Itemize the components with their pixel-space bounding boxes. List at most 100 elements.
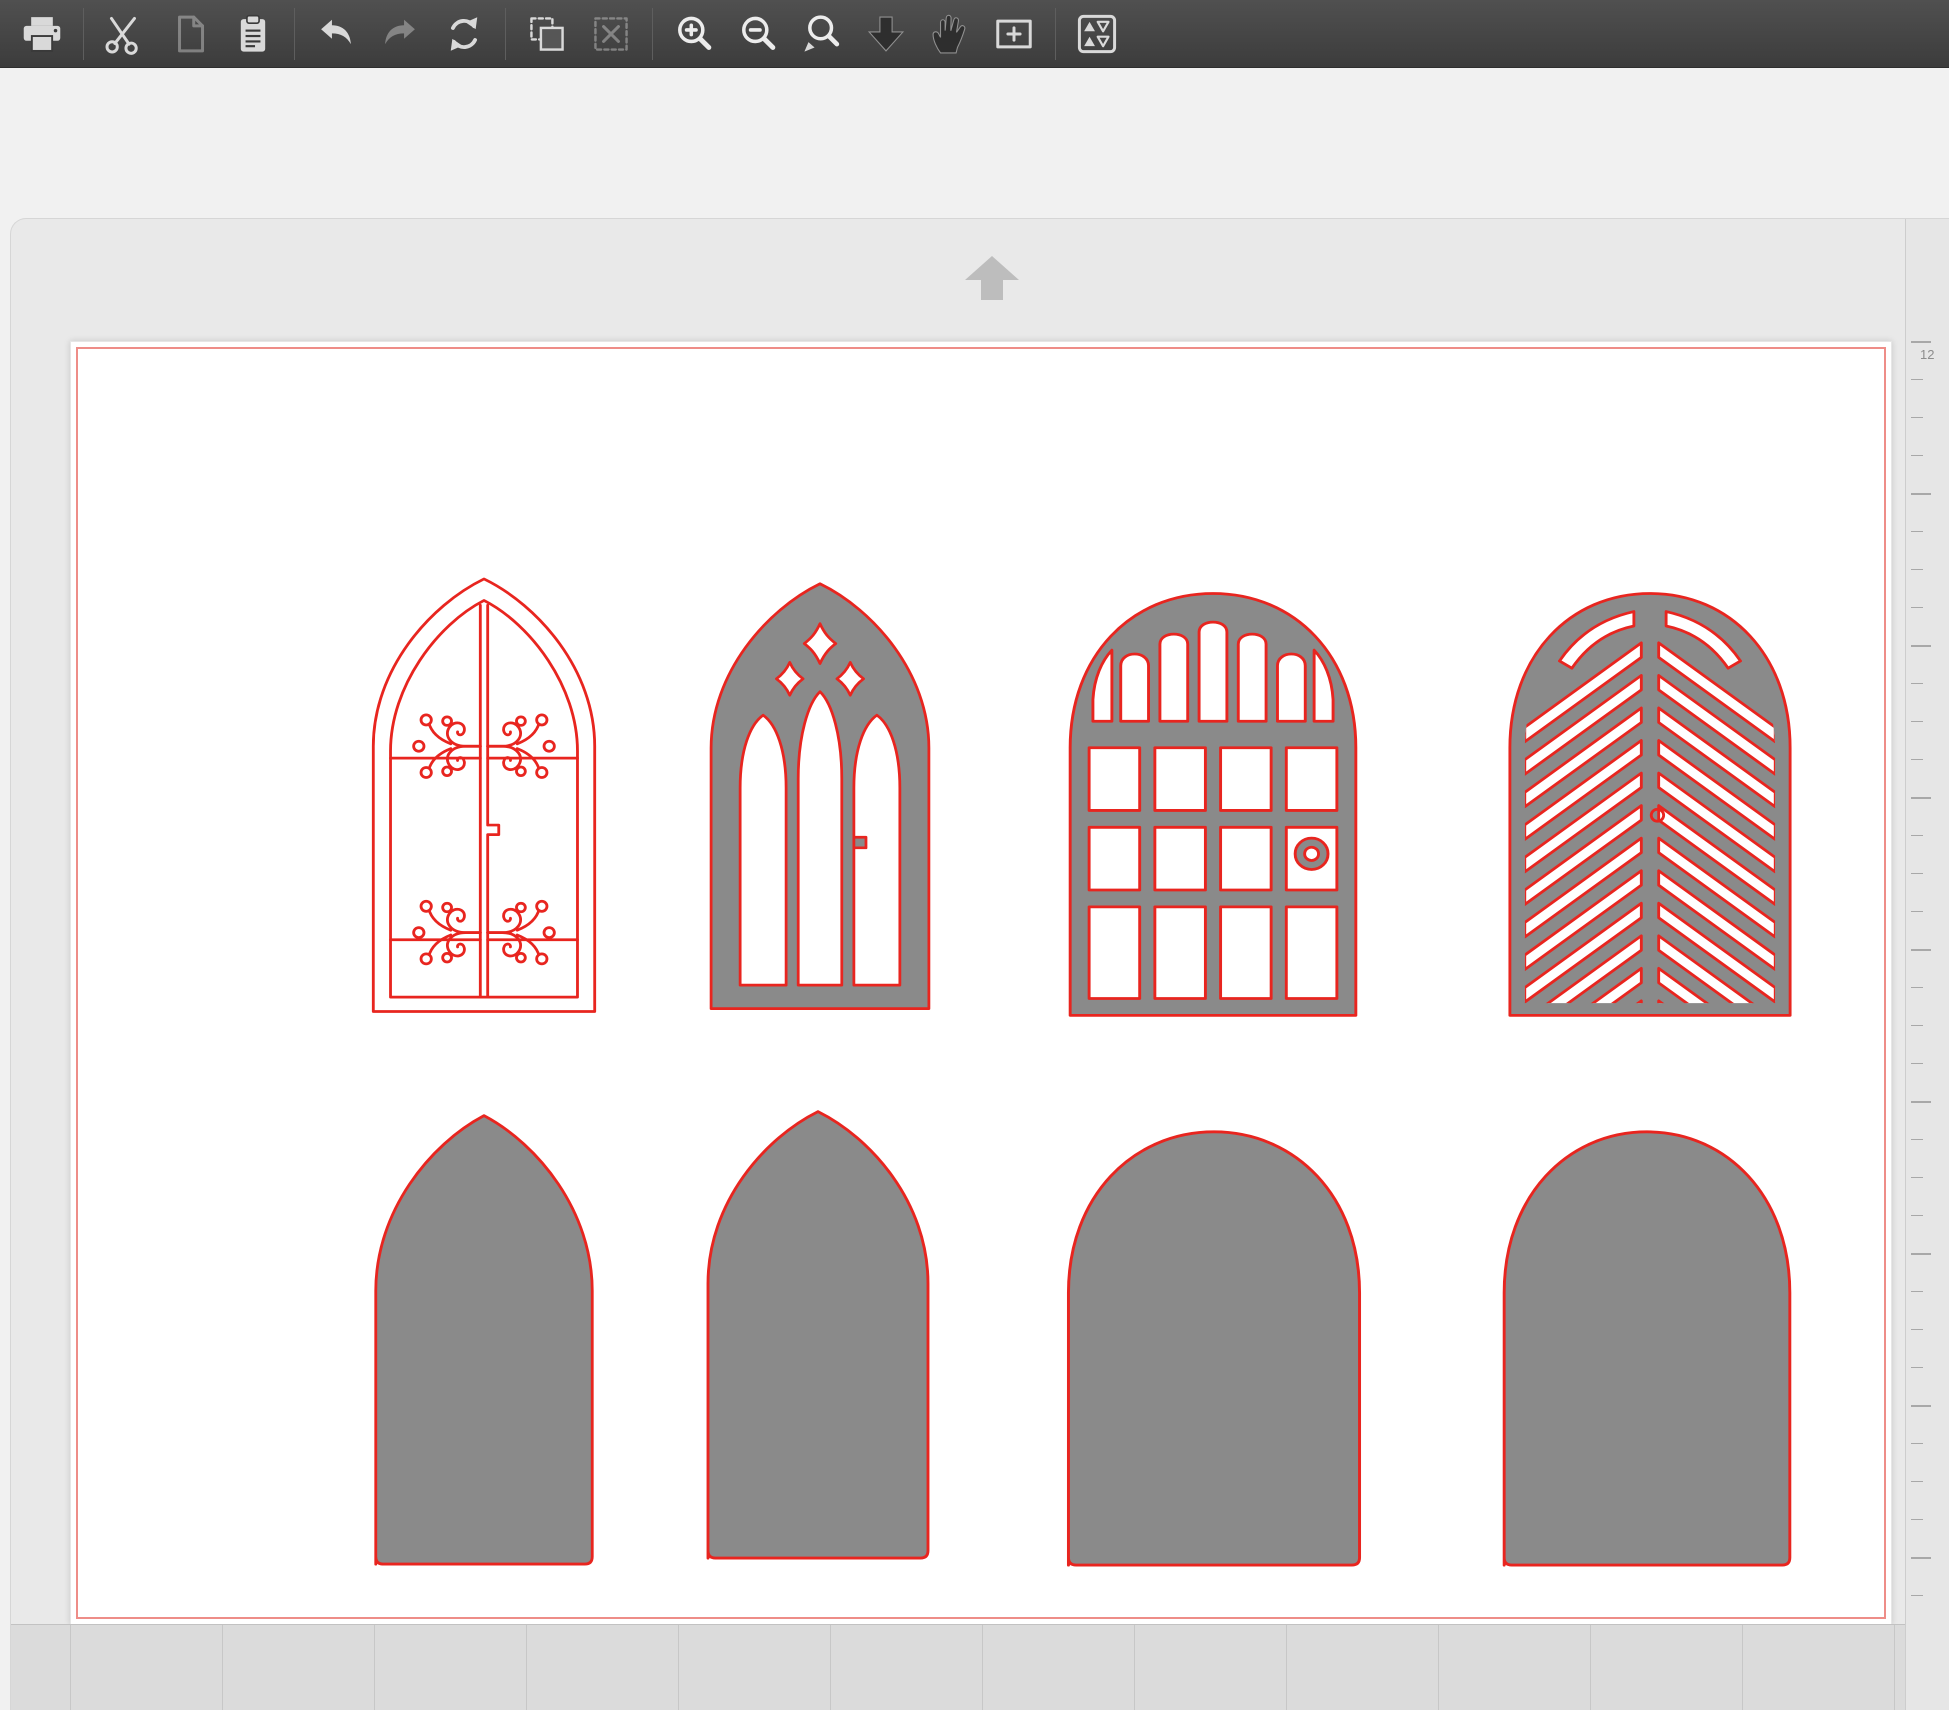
clear-selection-button[interactable] xyxy=(579,4,643,64)
round-arch-solid-graphic xyxy=(1066,1130,1362,1567)
ruler-tick xyxy=(1911,911,1923,912)
ruler-label: 12 xyxy=(1920,347,1935,362)
grid-line xyxy=(1286,1625,1287,1710)
move-down-button[interactable] xyxy=(854,4,918,64)
ruler-tick xyxy=(1911,1291,1923,1292)
ruler-tick xyxy=(1911,1443,1923,1444)
toolbar-divider xyxy=(294,7,295,60)
print-button[interactable] xyxy=(10,4,74,64)
gothic-arch-solid-graphic xyxy=(374,1114,594,1566)
grid-line xyxy=(1438,1625,1439,1710)
copy-button[interactable] xyxy=(157,4,221,64)
pan-button[interactable] xyxy=(918,4,982,64)
undo-arrow-icon xyxy=(321,19,351,44)
ruler-tick xyxy=(1911,949,1931,951)
zoom-out-button[interactable] xyxy=(726,4,790,64)
ruler-tick xyxy=(1911,987,1923,988)
ruler-tick xyxy=(1911,1595,1923,1596)
copy-page-icon xyxy=(178,15,205,52)
ruler-tick xyxy=(1911,1253,1931,1255)
paste-button[interactable] xyxy=(221,4,285,64)
canvas-shape-round-arch-solid-2[interactable] xyxy=(1489,1117,1805,1575)
grid-line xyxy=(678,1625,679,1710)
ruler-tick xyxy=(1911,455,1923,456)
undo-button[interactable] xyxy=(304,4,368,64)
redo-button[interactable] xyxy=(368,4,432,64)
toolbar-divider xyxy=(652,7,653,60)
ruler-tick xyxy=(1911,797,1931,799)
toolbar-divider xyxy=(83,7,84,60)
canvas-shape-gothic-door-ornate[interactable] xyxy=(361,567,607,1021)
main-toolbar xyxy=(0,0,1949,68)
ruler-tick xyxy=(1911,1329,1923,1330)
ruler-tick xyxy=(1911,1367,1923,1368)
ruler-tick xyxy=(1911,1063,1923,1064)
redo-arrow-icon xyxy=(385,19,415,44)
gothic-arch-solid-graphic xyxy=(706,1110,930,1560)
round-arch-solid-graphic xyxy=(1502,1130,1792,1567)
rotate-arrows-icon xyxy=(450,16,478,51)
magnifier-plus-icon xyxy=(678,16,712,50)
ruler-tick xyxy=(1911,341,1931,343)
zoom-selection-button[interactable] xyxy=(790,4,854,64)
ruler-tick xyxy=(1911,835,1923,836)
shape-tools-button[interactable] xyxy=(1065,4,1129,64)
grid-line xyxy=(1134,1625,1135,1710)
up-arrow-icon xyxy=(965,256,1019,300)
canvas-shape-round-arch-solid-1[interactable] xyxy=(1053,1117,1375,1575)
toolbar-divider xyxy=(505,7,506,60)
gothic-door-ornate-graphic xyxy=(371,577,597,1013)
arched-door-chevron-graphic xyxy=(1508,592,1792,1017)
rotate-button[interactable] xyxy=(432,4,496,64)
mat-page[interactable] xyxy=(70,341,1892,1625)
ruler-tick xyxy=(1911,759,1923,760)
ruler-tick xyxy=(1911,607,1923,608)
ruler-tick xyxy=(1911,569,1923,570)
ruler-tick xyxy=(1911,1025,1923,1026)
dashed-box-x-icon xyxy=(594,16,628,51)
ruler-tick xyxy=(1911,1215,1923,1216)
hand-icon xyxy=(932,14,966,53)
ruler-tick xyxy=(1911,1139,1923,1140)
grid-line xyxy=(70,1625,71,1710)
toolbar-divider xyxy=(1055,7,1056,60)
cut-button[interactable] xyxy=(93,4,157,64)
duplicate-button[interactable] xyxy=(515,4,579,64)
canvas-shape-gothic-door-tracery[interactable] xyxy=(699,572,941,1018)
ruler-tick xyxy=(1911,645,1931,647)
ruler-tick xyxy=(1911,1481,1923,1482)
grid-line xyxy=(1590,1625,1591,1710)
grid-line xyxy=(830,1625,831,1710)
magnifier-minus-icon xyxy=(742,16,776,50)
ruler-tick xyxy=(1911,1177,1923,1178)
fit-to-window-button[interactable] xyxy=(982,4,1046,64)
mat-grid xyxy=(11,1624,1905,1710)
canvas-shape-gothic-arch-solid-1[interactable] xyxy=(361,1102,607,1574)
vertical-ruler: 12 xyxy=(1905,219,1949,1710)
down-arrow-icon xyxy=(867,16,905,52)
ruler-tick xyxy=(1911,721,1923,722)
ruler-tick xyxy=(1911,1101,1931,1103)
ruler-tick xyxy=(1911,493,1931,495)
ruler-tick xyxy=(1911,1557,1931,1559)
overlapping-squares-icon xyxy=(530,16,564,51)
triangles-grid-icon xyxy=(1077,14,1117,53)
ruler-tick xyxy=(1911,1405,1931,1407)
ruler-tick xyxy=(1911,531,1923,532)
arched-door-grid-graphic xyxy=(1068,592,1358,1017)
ruler-tick xyxy=(1911,379,1923,380)
canvas-shape-arched-door-chevron[interactable] xyxy=(1495,579,1805,1025)
gothic-door-tracery-graphic xyxy=(709,582,931,1010)
grid-line xyxy=(1894,1625,1895,1710)
canvas-shape-gothic-arch-solid-2[interactable] xyxy=(693,1098,943,1568)
scroll-up-arrow[interactable] xyxy=(961,253,1023,303)
grid-line xyxy=(374,1625,375,1710)
grid-line xyxy=(982,1625,983,1710)
ruler-tick xyxy=(1911,683,1923,684)
fit-window-icon xyxy=(996,19,1032,48)
canvas-shape-arched-door-grid[interactable] xyxy=(1055,579,1371,1025)
grid-line xyxy=(222,1625,223,1710)
zoom-in-button[interactable] xyxy=(662,4,726,64)
ruler-tick xyxy=(1911,873,1923,874)
printer-icon xyxy=(23,16,61,52)
